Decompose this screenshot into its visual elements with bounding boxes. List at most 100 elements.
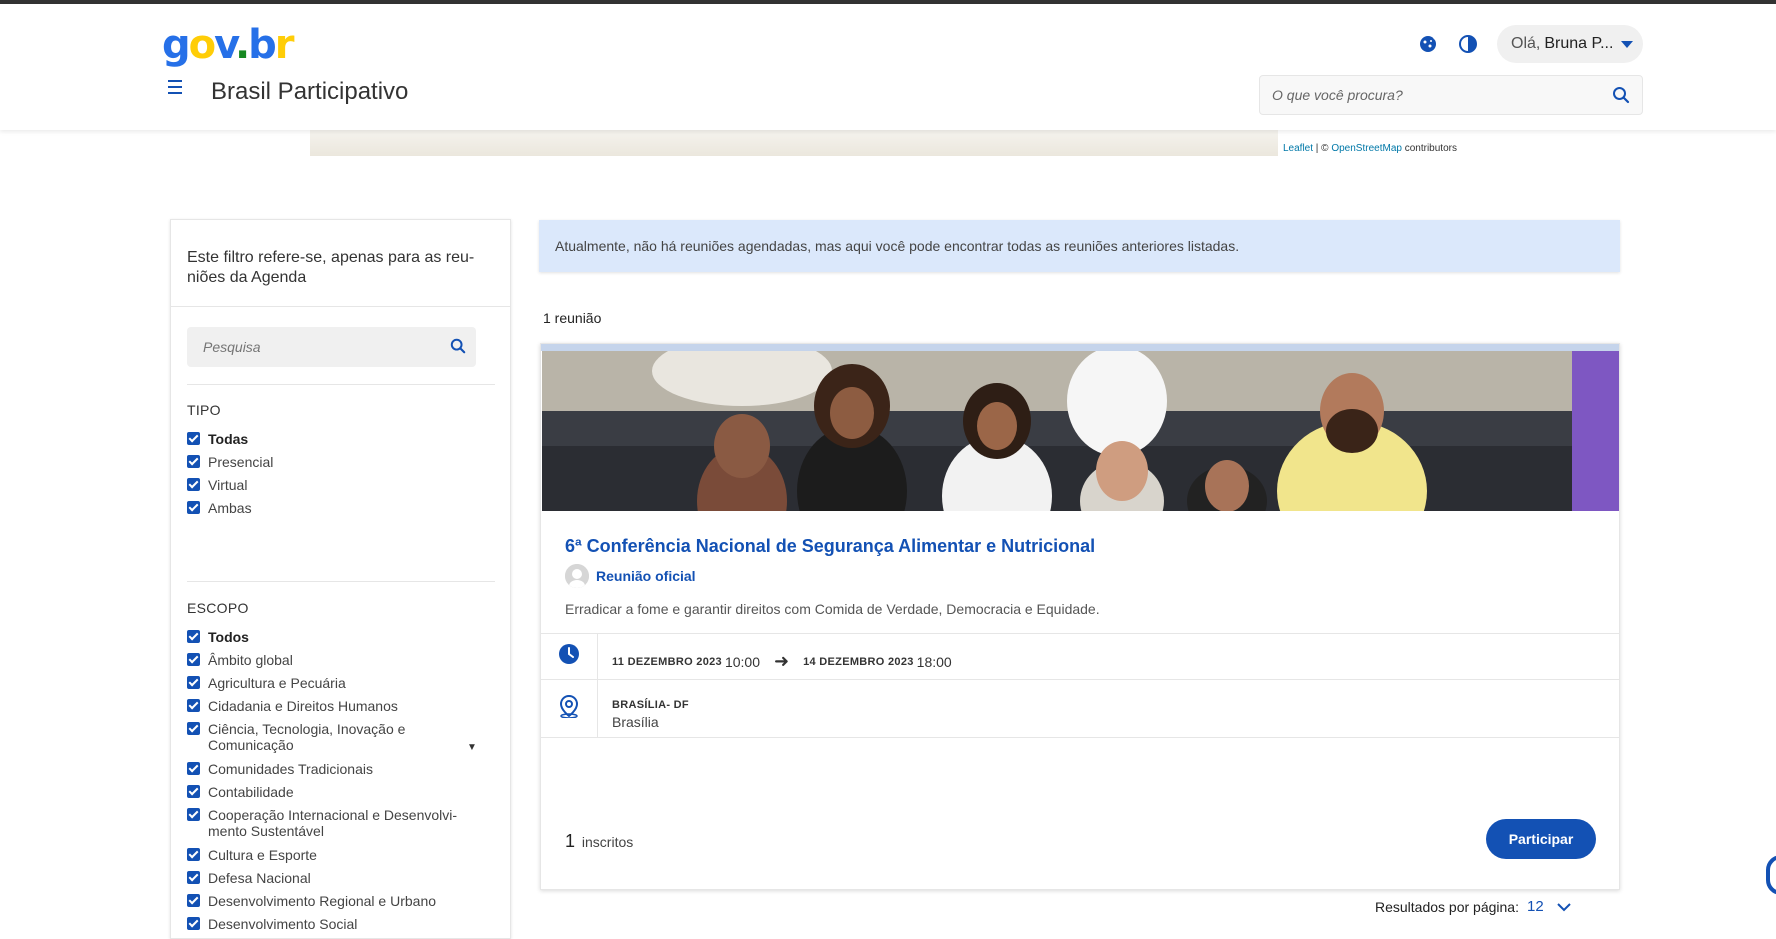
- filter-note: Este filtro refere-se, apenas para as re…: [171, 220, 510, 307]
- cookie-icon[interactable]: [1418, 34, 1439, 54]
- checkbox-label: Cultura e Esporte: [208, 847, 317, 863]
- checkbox-label: Cooperação Internacional e Desenvolvi-me…: [208, 807, 458, 839]
- divider: [187, 384, 495, 385]
- search-icon[interactable]: [1612, 86, 1630, 109]
- checkbox-escopo-item[interactable]: Agricultura e Pecuária: [187, 675, 487, 698]
- checkbox[interactable]: [187, 848, 200, 861]
- user-menu-button[interactable]: Olá, Bruna P...: [1497, 25, 1643, 63]
- checkbox-escopo-item[interactable]: Cidadania e Direitos Humanos: [187, 698, 487, 721]
- location-row: BRASÍLIA- DF Brasília: [541, 679, 1619, 737]
- checkbox[interactable]: [187, 432, 200, 445]
- search-icon[interactable]: [450, 338, 466, 359]
- checkbox-label: Desenvolvimento Regional e Urbano: [208, 893, 437, 909]
- card-top-border: [541, 344, 1619, 351]
- notice-banner: Atualmente, não há reuniões agendadas, m…: [539, 220, 1620, 272]
- date-range: 11 DEZEMBRO 2023 10:00 ➜ 14 DEZEMBRO 202…: [612, 651, 952, 672]
- checkbox-tipo-virtual[interactable]: Virtual: [187, 477, 487, 500]
- osm-link[interactable]: OpenStreetMap: [1331, 143, 1402, 154]
- checkbox-escopo-item[interactable]: Contabilidade: [187, 784, 487, 807]
- tipo-list: Todas Presencial Virtual Ambas: [187, 431, 487, 523]
- checkbox[interactable]: [187, 917, 200, 930]
- checkbox-tipo-presencial[interactable]: Presencial: [187, 454, 487, 477]
- caret-down-icon: [1621, 40, 1634, 48]
- meeting-card: 6ª Conferência Nacional de Segurança Ali…: [540, 343, 1620, 890]
- meeting-image[interactable]: [542, 351, 1619, 511]
- checkbox-label: Cidadania e Direitos Humanos: [208, 698, 398, 714]
- escopo-list: Todos Âmbito global Agricultura e Pecuár…: [187, 629, 487, 939]
- meeting-description: Erradicar a fome e garantir direitos com…: [565, 601, 1100, 617]
- checkbox-label: Todas: [208, 431, 249, 447]
- checkbox-tipo-ambas[interactable]: Ambas: [187, 500, 487, 523]
- join-button[interactable]: Participar: [1486, 819, 1596, 859]
- checkbox[interactable]: [187, 722, 200, 735]
- avatar: [565, 564, 589, 588]
- chevron-down-icon[interactable]: [1556, 899, 1572, 915]
- checkbox[interactable]: [187, 808, 200, 821]
- checkbox-label: Âmbito global: [208, 652, 293, 668]
- site-title[interactable]: Brasil Participativo: [211, 78, 408, 106]
- checkbox-escopo-item[interactable]: Desenvolvimento Regional e Urbano: [187, 893, 487, 916]
- menu-icon[interactable]: [168, 80, 188, 98]
- checkbox-escopo-item[interactable]: Defesa Nacional: [187, 870, 487, 893]
- per-page-select[interactable]: 12: [1527, 898, 1544, 915]
- checkbox-label: Virtual: [208, 477, 248, 493]
- checkbox-escopo-item[interactable]: Cooperação Internacional e Desenvolvi-me…: [187, 807, 487, 847]
- header-search-input[interactable]: [1260, 76, 1590, 114]
- checkbox-escopo-item[interactable]: Desenvolvimento Social: [187, 916, 487, 939]
- end-time: 18:00: [916, 653, 952, 670]
- checkbox-escopo-item[interactable]: Ciência, Tecnologia, Inovação e Comunica…: [187, 721, 487, 761]
- checkbox-label: Comunidades Tradicionais: [208, 761, 373, 777]
- header-search: [1259, 75, 1643, 115]
- checkbox-escopo-item[interactable]: Cultura e Esporte: [187, 847, 487, 870]
- govbr-logo[interactable]: gov.br: [162, 22, 294, 68]
- checkbox-label: Ambas: [208, 500, 252, 516]
- checkbox-label: Defesa Nacional: [208, 870, 311, 886]
- date-row: 11 DEZEMBRO 2023 10:00 ➜ 14 DEZEMBRO 202…: [541, 633, 1619, 679]
- start-time: 10:00: [724, 653, 761, 670]
- attribution-suffix: contributors: [1401, 143, 1457, 154]
- results-per-page: Resultados por página: 12: [1375, 898, 1572, 915]
- clock-icon-cell: [541, 634, 598, 679]
- filter-search: [187, 327, 476, 367]
- site-header: gov.br Brasil Participativo Olá, Bruna P…: [0, 4, 1776, 130]
- checkbox[interactable]: [187, 653, 200, 666]
- contrast-icon[interactable]: [1458, 34, 1478, 54]
- clock-icon: [558, 643, 580, 670]
- checkbox[interactable]: [187, 762, 200, 775]
- checkbox-escopo-item[interactable]: Âmbito global: [187, 652, 487, 675]
- checkbox[interactable]: [187, 699, 200, 712]
- checkbox-escopo-item[interactable]: Comunidades Tradicionais: [187, 761, 487, 784]
- checkbox[interactable]: [187, 894, 200, 907]
- meeting-title[interactable]: 6ª Conferência Nacional de Segurança Ali…: [565, 536, 1095, 557]
- divider: [541, 737, 1619, 738]
- checkbox-label: Agricultura e Pecuária: [208, 675, 346, 691]
- floating-help-button[interactable]: [1766, 855, 1776, 895]
- arrow-right-icon: ➜: [774, 651, 790, 671]
- checkbox-label: Ciência, Tecnologia, Inovação e Comunica…: [208, 721, 406, 753]
- map[interactable]: [310, 130, 1278, 156]
- leaflet-link[interactable]: Leaflet: [1283, 143, 1313, 154]
- user-name: Bruna P...: [1544, 35, 1614, 52]
- checkbox[interactable]: [187, 785, 200, 798]
- checkbox[interactable]: [187, 478, 200, 491]
- enrolled-number: 1: [565, 831, 576, 851]
- checkbox[interactable]: [187, 501, 200, 514]
- checkbox-tipo-todas[interactable]: Todas: [187, 431, 487, 454]
- checkbox-label: Presencial: [208, 454, 274, 470]
- checkbox[interactable]: [187, 455, 200, 468]
- attribution-separator: | ©: [1313, 143, 1332, 154]
- checkbox-label: Contabilidade: [208, 784, 294, 800]
- results-count: 1 reunião: [543, 310, 602, 326]
- enrolled-count: 1 inscritos: [565, 831, 633, 852]
- start-date: 11 DEZEMBRO 2023: [612, 655, 722, 668]
- checkbox-escopo-todos[interactable]: Todos: [187, 629, 487, 652]
- organizer-link[interactable]: Reunião oficial: [596, 568, 696, 584]
- checkbox[interactable]: [187, 630, 200, 643]
- checkbox[interactable]: [187, 676, 200, 689]
- user-greeting: Olá,: [1511, 35, 1541, 52]
- tipo-title: TIPO: [187, 402, 221, 418]
- end-date: 14 DEZEMBRO 2023: [803, 655, 914, 668]
- filter-search-input[interactable]: [187, 327, 427, 367]
- chevron-down-icon[interactable]: ▼: [467, 742, 477, 753]
- checkbox[interactable]: [187, 871, 200, 884]
